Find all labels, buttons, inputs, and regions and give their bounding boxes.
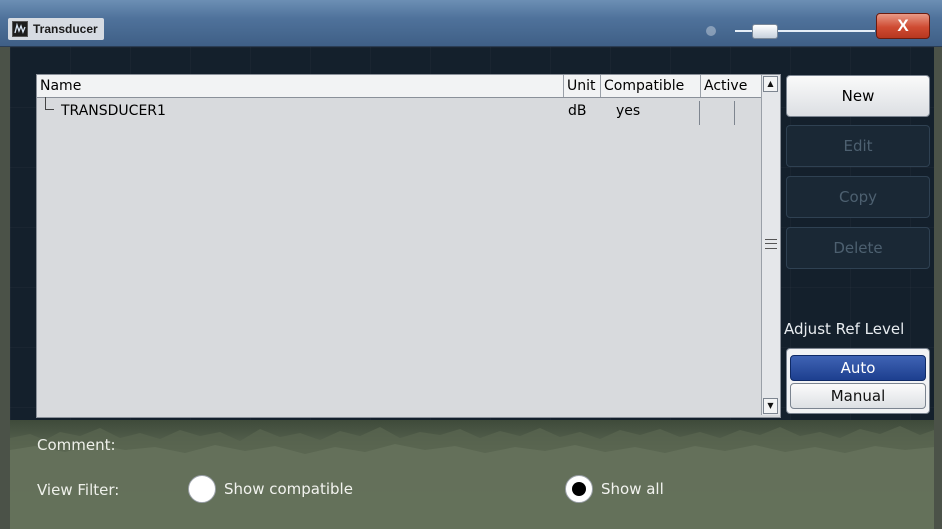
title-bar: Transducer X [0,0,942,47]
show-all-option[interactable]: Show all [565,474,664,504]
status-dot [706,26,716,36]
window-title: Transducer [33,22,98,36]
bottom-panel [10,420,934,529]
column-header-unit[interactable]: Unit [564,75,601,97]
scroll-down-arrow-icon[interactable]: ▼ [763,398,778,414]
show-compatible-option[interactable]: Show compatible [188,474,353,504]
show-all-radio[interactable] [565,475,593,503]
window-title-area: Transducer [8,18,104,40]
column-header-compatible[interactable]: Compatible [601,75,701,97]
copy-button[interactable]: Copy [786,176,930,218]
transducer-table: Name Unit Compatible Active TRANSDUCER1 … [36,74,781,418]
comment-label: Comment: [37,436,116,454]
row-compatible: yes [616,103,641,119]
table-header: Name Unit Compatible Active [37,75,761,98]
view-filter-label: View Filter: [37,481,120,499]
adjust-ref-level-label: Adjust Ref Level [784,320,905,338]
transparency-slider-thumb[interactable] [752,24,778,39]
transducer-app-icon [12,21,28,37]
ref-level-toggle-group: Auto Manual [786,348,930,414]
scroll-thumb-grip-icon[interactable] [765,239,777,249]
column-header-active[interactable]: Active [701,75,761,97]
delete-button[interactable]: Delete [786,227,930,269]
ref-level-manual-button[interactable]: Manual [790,383,926,409]
ref-level-auto-button[interactable]: Auto [790,355,926,381]
row-active-checkbox[interactable] [699,101,735,125]
new-button[interactable]: New [786,75,930,117]
row-unit: dB [568,103,587,119]
table-row[interactable]: TRANSDUCER1 dB yes [37,100,761,122]
column-header-name[interactable]: Name [37,75,564,97]
close-button[interactable]: X [876,13,930,39]
row-name: TRANSDUCER1 [61,103,166,119]
vertical-scrollbar[interactable]: ▲ ▼ [761,75,780,415]
edit-button[interactable]: Edit [786,125,930,167]
show-compatible-radio[interactable] [188,475,216,503]
show-compatible-label: Show compatible [224,480,353,498]
show-all-label: Show all [601,480,664,498]
spectrum-background-graphic [10,426,934,529]
scroll-up-arrow-icon[interactable]: ▲ [763,76,778,92]
